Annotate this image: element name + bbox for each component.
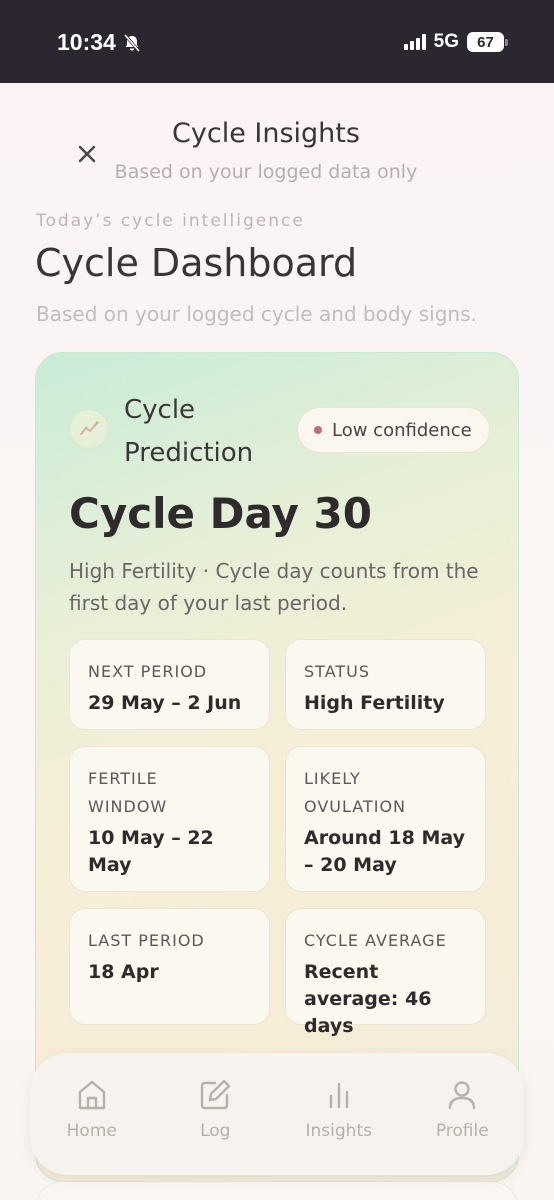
tile-value: Recent average: 46 days — [304, 961, 432, 1037]
tile-label: Next period — [88, 662, 208, 681]
tile-next-period: Next period 29 May – 2 Jun — [69, 639, 270, 730]
bell-off-icon — [123, 33, 140, 52]
tile-value: 29 May – 2 Jun — [88, 692, 242, 714]
tile-label: Likely ovulation — [304, 769, 407, 816]
tile-value: 10 May – 22 May — [88, 827, 214, 876]
bar-chart-icon — [329, 1082, 348, 1109]
network-label: 5G — [433, 31, 459, 52]
tile-label: Cycle average — [304, 931, 447, 950]
tile-value: Around 18 May – 20 May — [304, 827, 465, 876]
tile-label: Status — [304, 662, 371, 681]
cycle-description: High Fertility · Cycle day counts from t… — [69, 559, 479, 615]
tile-status: Status High Fertility — [285, 639, 486, 730]
tile-label: Last period — [88, 931, 205, 950]
status-indicators: 5G 67 — [403, 31, 508, 53]
nav-item-profile[interactable]: Profile — [412, 1077, 512, 1141]
nav-label: Profile — [435, 1121, 489, 1141]
nav-label: Log — [200, 1121, 231, 1141]
tile-cycle-average: Cycle average Recent average: 46 days — [285, 908, 486, 1037]
user-icon — [449, 1081, 476, 1110]
confidence-label: Low confidence — [332, 419, 472, 441]
header-title: Cycle Insights — [172, 118, 360, 149]
tile-likely-ovulation: Likely ovulation Around 18 May – 20 May — [285, 746, 486, 892]
page: Cycle Insights Based on your logged data… — [0, 83, 554, 1200]
nav-item-log[interactable]: Log — [165, 1077, 265, 1141]
dashboard-eyebrow: Today’s cycle intelligence — [36, 211, 305, 231]
status-time: 10:34 — [57, 29, 142, 56]
nav-item-insights[interactable]: Insights — [289, 1077, 389, 1141]
battery-icon: 67 — [467, 32, 508, 52]
time-label: 10:34 — [57, 29, 116, 55]
tile-value: 18 Apr — [88, 961, 159, 983]
tile-fertile-window: Fertile window 10 May – 22 May — [69, 746, 270, 892]
prediction-title: Cycle Prediction — [124, 395, 254, 468]
tile-value: High Fertility — [304, 692, 445, 714]
tile-label: Fertile window — [88, 769, 168, 816]
confidence-badge: Low confidence — [297, 407, 490, 453]
nav-label: Home — [66, 1121, 117, 1141]
home-icon — [78, 1080, 105, 1110]
page-subtitle: Based on your logged cycle and body sign… — [36, 302, 477, 326]
tile-last-period: Last period 18 Apr — [69, 908, 270, 1025]
nav-item-home[interactable]: Home — [42, 1077, 142, 1141]
edit-icon — [201, 1079, 231, 1110]
status-bar: 10:34 5G 67 — [0, 0, 554, 83]
trend-icon — [69, 409, 109, 449]
cycle-day-heading: Cycle Day 30 — [69, 489, 372, 538]
header-subtitle: Based on your logged data only — [114, 161, 418, 183]
signal-icon — [403, 34, 426, 50]
next-card — [35, 1181, 519, 1200]
bottom-nav: Home Log Insights Profile — [30, 1053, 524, 1175]
confidence-dot — [314, 426, 322, 434]
battery-level: 67 — [467, 32, 504, 52]
nav-label: Insights — [305, 1121, 372, 1141]
page-title: Cycle Dashboard — [35, 241, 358, 285]
